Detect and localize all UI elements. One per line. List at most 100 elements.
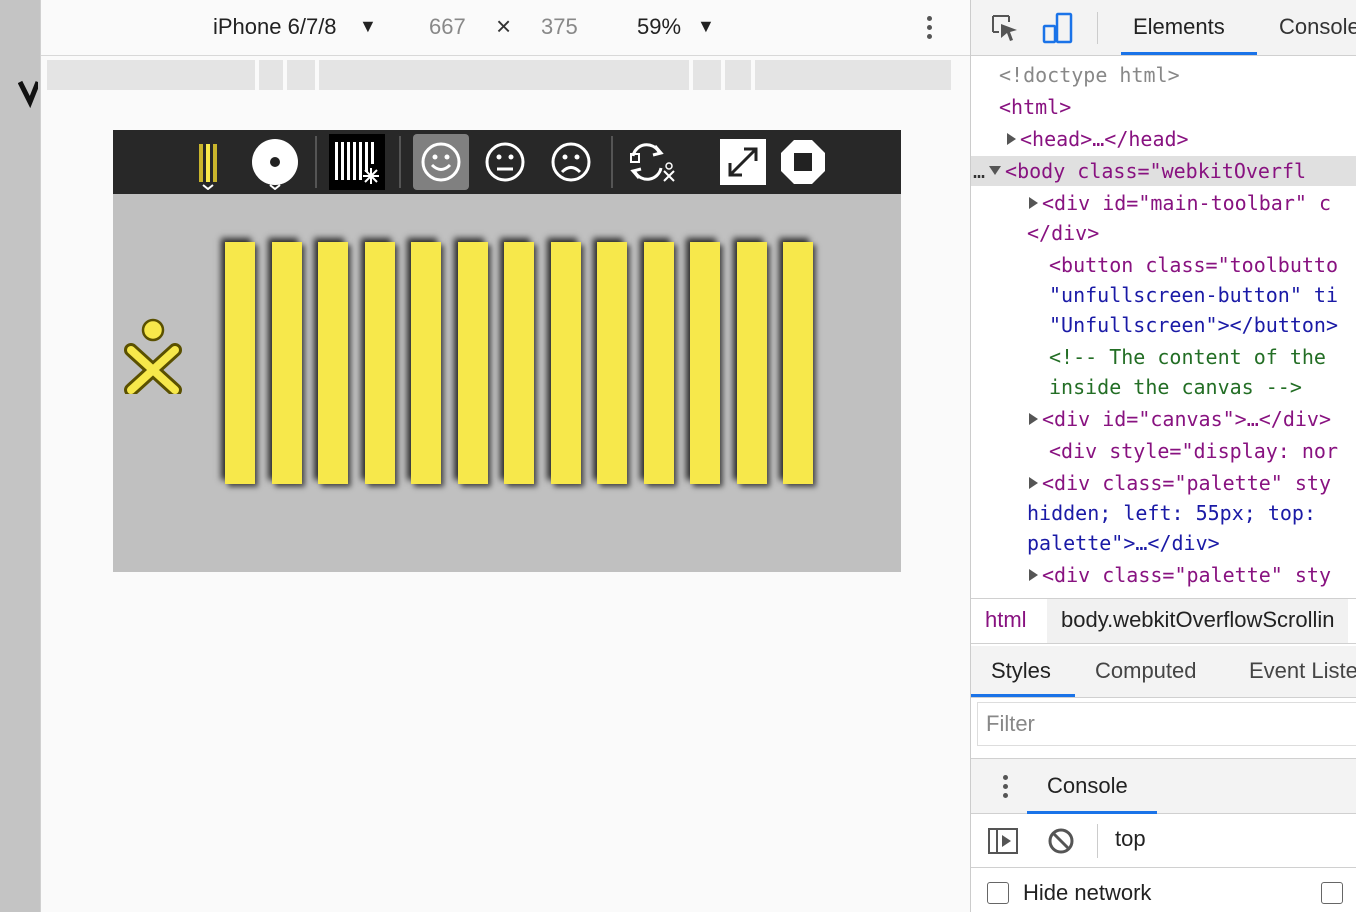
dot-tool-button[interactable]	[247, 134, 303, 190]
dom-node[interactable]: "unfullscreen-button" ti	[1049, 280, 1338, 310]
stop-button[interactable]	[775, 134, 831, 190]
context-selector[interactable]: top	[1115, 826, 1146, 852]
ruler-segment[interactable]	[47, 60, 255, 90]
tab-elements[interactable]: Elements	[1133, 14, 1225, 40]
tab-event-listeners[interactable]: Event Liste	[1249, 658, 1356, 684]
devtools-tab-bar: Elements Console	[971, 0, 1356, 56]
share-tool-button[interactable]	[623, 134, 679, 190]
device-select[interactable]: iPhone 6/7/8	[213, 14, 337, 40]
yellow-bar[interactable]	[550, 242, 581, 484]
breadcrumb-html[interactable]: html	[985, 607, 1027, 633]
height-input[interactable]: 375	[541, 14, 578, 40]
barcode-sparkle-icon	[329, 134, 385, 190]
device-toolbar-toggle-icon[interactable]	[1041, 12, 1073, 44]
yellow-bar[interactable]	[271, 242, 302, 484]
active-styles-tab-indicator	[971, 694, 1075, 697]
dom-node[interactable]: <div id="main-toolbar" c	[1029, 188, 1331, 218]
bars-tool-button[interactable]	[181, 134, 237, 190]
activity-viewport	[113, 130, 901, 572]
dom-node[interactable]: palette">…</div>	[1027, 528, 1220, 558]
expand-triangle-icon[interactable]	[1029, 413, 1038, 425]
zoom-select[interactable]: 59%	[637, 14, 681, 40]
dom-node[interactable]: <!doctype html>	[999, 60, 1180, 90]
sidebar-toggle-icon[interactable]	[987, 826, 1019, 856]
dot-circle-icon	[252, 139, 298, 190]
expand-triangle-icon[interactable]	[1029, 569, 1038, 581]
tab-console-drawer[interactable]: Console	[1047, 773, 1128, 799]
dom-node[interactable]: <head>…</head>	[1007, 124, 1189, 154]
dom-node-selected[interactable]: … <body class="webkitOverfl	[971, 156, 1356, 186]
dom-node[interactable]: hidden; left: 55px; top:	[1027, 498, 1316, 528]
expand-triangle-icon[interactable]	[1029, 197, 1038, 209]
smile-face-icon	[421, 142, 461, 182]
device-caret-icon[interactable]: ▼	[359, 16, 377, 37]
styles-filter	[977, 702, 1356, 746]
smile-tool-button[interactable]	[413, 134, 469, 190]
zoom-caret-icon[interactable]: ▼	[697, 16, 715, 37]
inspect-element-icon[interactable]	[989, 12, 1021, 44]
drawer-tab-bar: Console	[971, 758, 1356, 814]
toolbar-separator	[611, 136, 613, 188]
device-toolbar: iPhone 6/7/8 ▼ 667 × 375 59% ▼	[41, 0, 971, 56]
ellipsis-icon[interactable]: …	[973, 159, 985, 183]
breadcrumb: html body.webkitOverflowScrollin	[971, 598, 1356, 644]
yellow-bar[interactable]	[504, 242, 534, 484]
dom-node[interactable]: "Unfullscreen"></button>	[1049, 310, 1338, 340]
tab-console[interactable]: Console	[1279, 14, 1356, 40]
active-tab-indicator	[1121, 52, 1257, 55]
drawer-menu-icon[interactable]	[1001, 773, 1009, 803]
ruler-segment[interactable]	[755, 60, 951, 90]
yellow-bar[interactable]	[690, 242, 720, 484]
yellow-bar[interactable]	[783, 242, 813, 484]
yellow-bar[interactable]	[411, 242, 441, 484]
toolbar-separator	[399, 136, 401, 188]
more-options-icon[interactable]	[923, 14, 935, 44]
yellow-bar[interactable]	[597, 242, 627, 484]
dom-node[interactable]: <div style="display: nor	[1049, 436, 1338, 466]
dom-node[interactable]: <div id="canvas">…</div>	[1029, 404, 1331, 434]
ruler-segment[interactable]	[259, 60, 283, 90]
sad-tool-button[interactable]	[543, 134, 599, 190]
yellow-bar[interactable]	[643, 242, 674, 484]
media-query-ruler	[47, 60, 959, 90]
sad-face-icon	[551, 142, 591, 182]
tab-styles[interactable]: Styles	[991, 658, 1051, 684]
breadcrumb-body[interactable]: body.webkitOverflowScrollin	[1047, 599, 1349, 643]
pencil-bars-icon	[199, 144, 217, 190]
expand-triangle-icon[interactable]	[1007, 133, 1016, 145]
fullscreen-button[interactable]	[715, 134, 771, 190]
xo-logo-icon[interactable]	[123, 314, 183, 394]
yellow-bar[interactable]	[318, 242, 348, 484]
dom-comment[interactable]: inside the canvas -->	[1049, 372, 1302, 402]
dom-node[interactable]: <div class="palette" sty	[1029, 560, 1331, 590]
clear-console-icon[interactable]	[1045, 826, 1077, 856]
collapse-triangle-icon[interactable]	[989, 166, 1002, 175]
barcode-tool-button[interactable]	[329, 134, 385, 190]
yellow-bar[interactable]	[457, 242, 488, 484]
activity-toolbar	[113, 130, 901, 194]
dom-node[interactable]: <html>	[999, 92, 1071, 122]
filter-input[interactable]	[978, 703, 1356, 745]
stop-icon	[781, 140, 825, 184]
width-input[interactable]: 667	[429, 14, 466, 40]
hide-network-checkbox[interactable]	[987, 882, 1009, 904]
ruler-segment[interactable]	[319, 60, 689, 90]
yellow-bar[interactable]	[364, 242, 395, 484]
yellow-bar[interactable]	[225, 242, 255, 484]
dom-node[interactable]: <div class="palette" sty	[1029, 468, 1331, 498]
settings-checkbox[interactable]	[1321, 882, 1343, 904]
console-settings-row: Hide network	[971, 868, 1356, 912]
neutral-tool-button[interactable]	[477, 134, 533, 190]
dom-node[interactable]: </div>	[1027, 218, 1099, 248]
tab-computed[interactable]: Computed	[1095, 658, 1197, 684]
left-edge-strip	[0, 0, 40, 912]
expand-triangle-icon[interactable]	[1029, 477, 1038, 489]
activity-canvas[interactable]	[113, 194, 901, 572]
yellow-bar[interactable]	[736, 242, 767, 484]
ruler-segment[interactable]	[693, 60, 721, 90]
dom-node[interactable]: <button class="toolbutto	[1049, 250, 1338, 280]
ruler-segment[interactable]	[725, 60, 751, 90]
ruler-segment[interactable]	[287, 60, 315, 90]
dom-comment[interactable]: <!-- The content of the	[1049, 342, 1326, 372]
neutral-face-icon	[485, 142, 525, 182]
